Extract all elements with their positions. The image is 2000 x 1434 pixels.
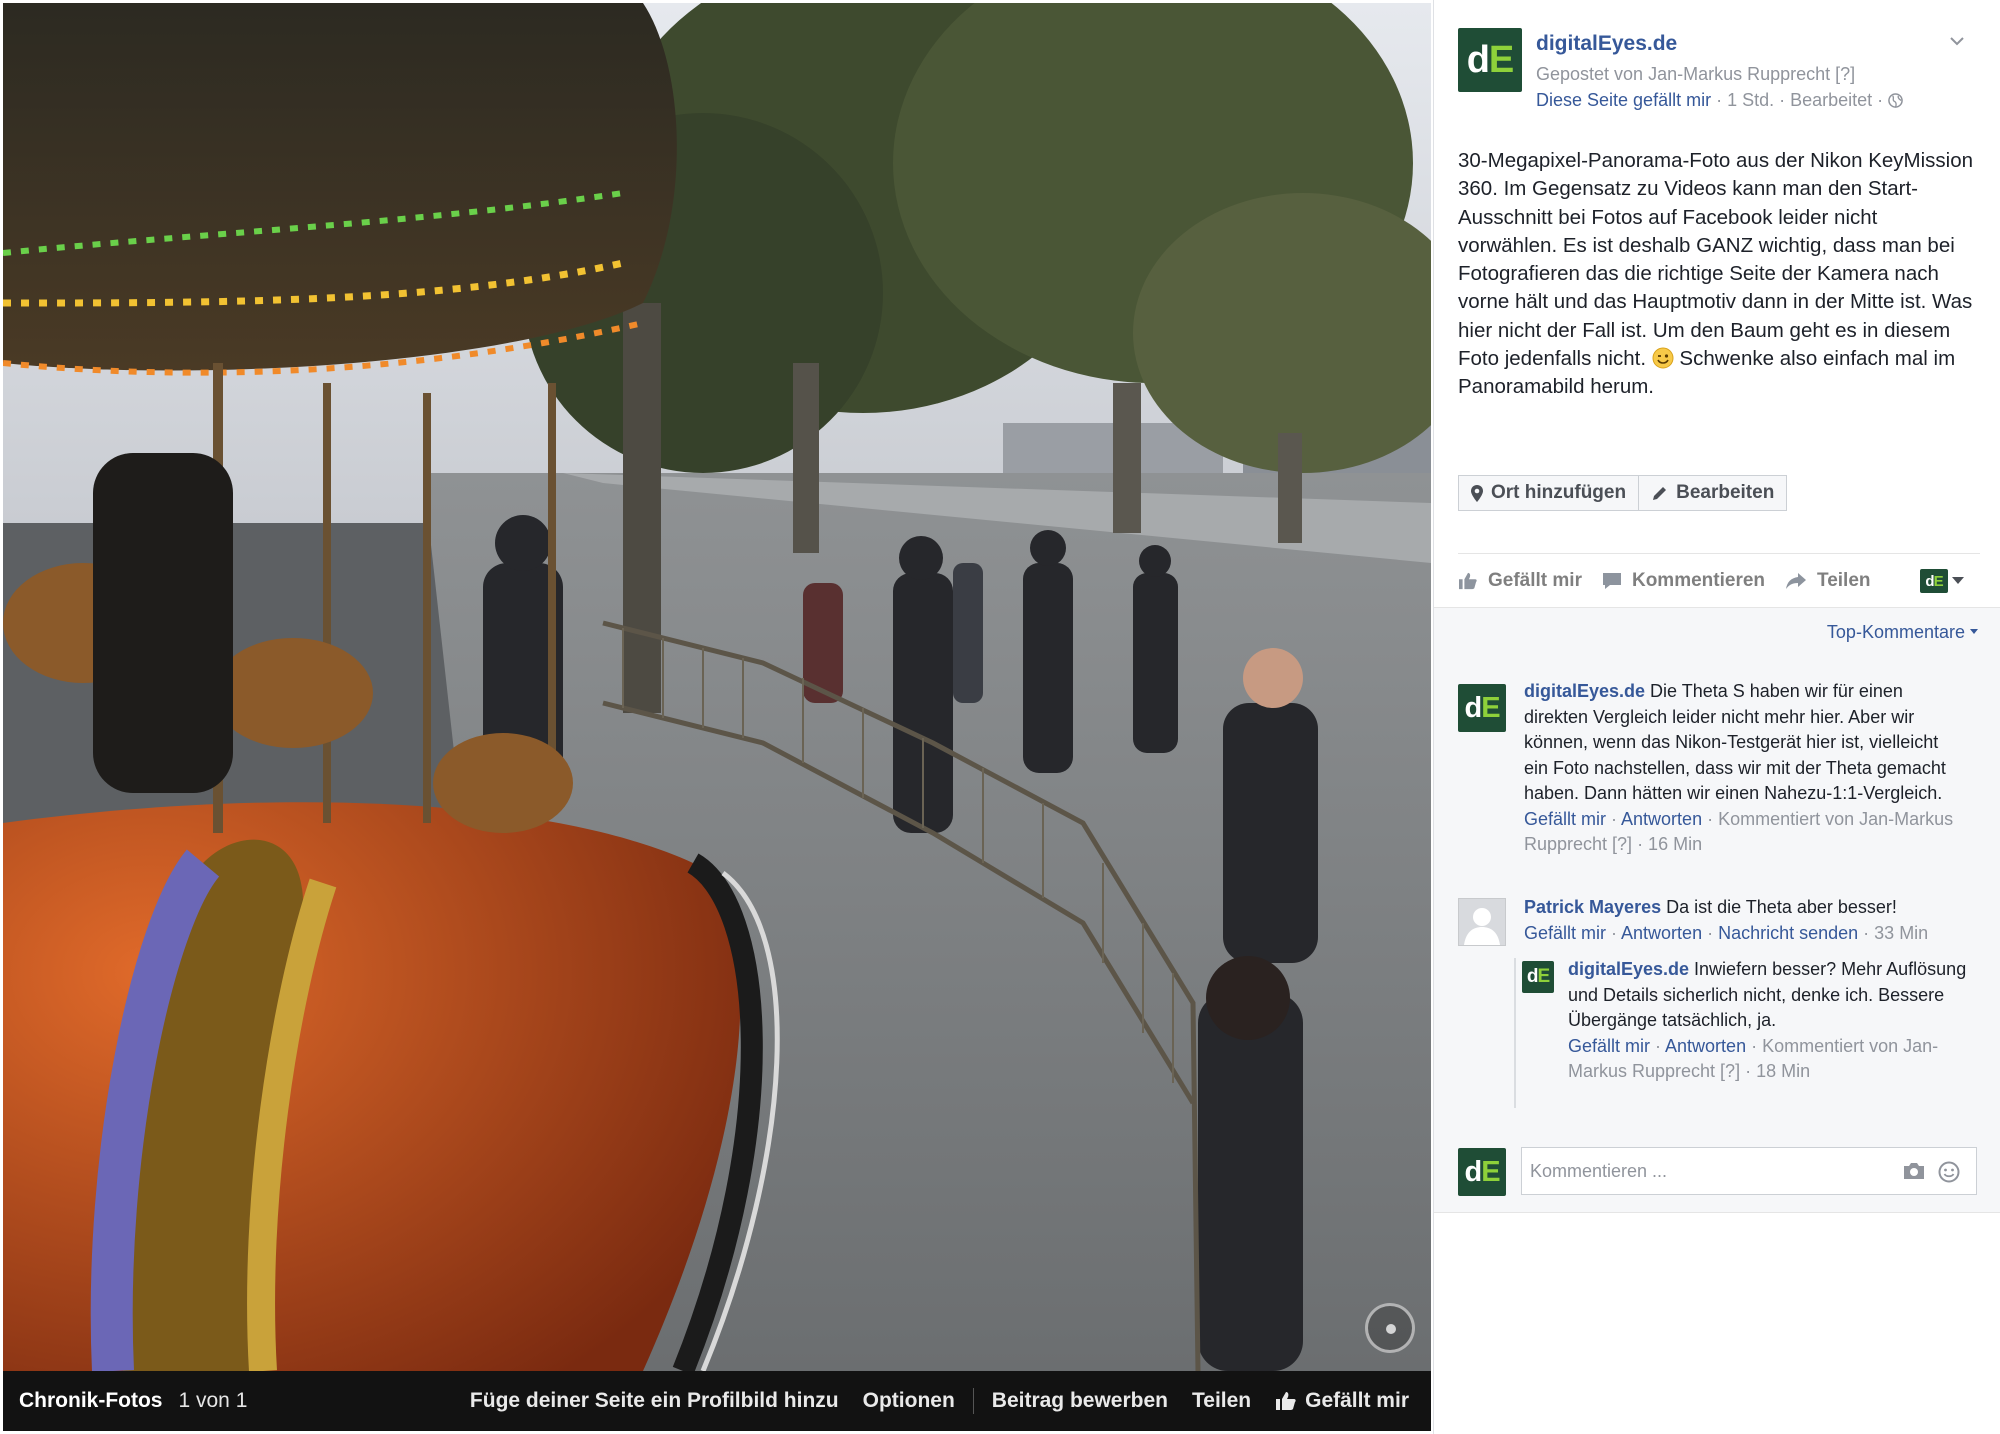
own-avatar: dE bbox=[1458, 1148, 1506, 1196]
smiley-icon[interactable] bbox=[1938, 1161, 1960, 1183]
like-button[interactable]: Gefällt mir bbox=[1275, 1389, 1409, 1413]
page-name-link[interactable]: digitalEyes.de bbox=[1536, 32, 1677, 56]
comment-meta: Gefällt mir · Antworten · Kommentiert vo… bbox=[1524, 808, 1954, 855]
wink-emoji-icon bbox=[1652, 347, 1674, 369]
comment-sort-dropdown[interactable]: Top-Kommentare bbox=[1827, 622, 1978, 643]
camera-icon[interactable] bbox=[1902, 1161, 1926, 1181]
comment-text: Da ist die Theta aber besser! bbox=[1661, 897, 1897, 917]
pencil-icon bbox=[1653, 486, 1667, 500]
default-avatar-icon bbox=[1464, 908, 1500, 945]
promote-post-button[interactable]: Beitrag bewerben bbox=[992, 1389, 1168, 1413]
post-message: 30-Megapixel-Panorama-Foto aus der Nikon… bbox=[1458, 147, 1980, 402]
posted-by: Gepostet von Jan-Markus Rupprecht [?] bbox=[1536, 64, 1856, 84]
post-comment-button[interactable]: Kommentieren bbox=[1602, 570, 1765, 592]
caret-down-icon bbox=[1970, 629, 1978, 634]
post-actions: Gefällt mir Kommentieren Teilen dE bbox=[1458, 566, 1980, 596]
logo-letter-d: d bbox=[1925, 572, 1934, 590]
album-title[interactable]: Chronik-Fotos bbox=[19, 1389, 162, 1413]
like-icon bbox=[1276, 1392, 1296, 1410]
comment-reply-link[interactable]: Antworten bbox=[1621, 923, 1702, 943]
logo-letter-d: d bbox=[1464, 691, 1482, 724]
post-buttons: Ort hinzufügen Bearbeiten bbox=[1458, 475, 1788, 511]
pan-360-icon[interactable] bbox=[1365, 1303, 1415, 1353]
post-message-text: 30-Megapixel-Panorama-Foto aus der Nikon… bbox=[1458, 149, 1974, 371]
post-like-button[interactable]: Gefällt mir bbox=[1458, 570, 1582, 592]
comment-icon bbox=[1602, 573, 1621, 589]
comment: digitalEyes.de Die Theta S haben wir für… bbox=[1524, 679, 1964, 858]
comment-author[interactable]: digitalEyes.de bbox=[1524, 681, 1645, 701]
globe-icon bbox=[1888, 93, 1903, 108]
edit-post-label: Bearbeiten bbox=[1676, 482, 1775, 503]
logo-letter-d: d bbox=[1526, 966, 1539, 987]
share-button[interactable]: Teilen bbox=[1192, 1389, 1251, 1413]
comment-reply-link[interactable]: Antworten bbox=[1621, 809, 1702, 829]
commenter-avatar[interactable]: dE bbox=[1458, 684, 1506, 732]
add-profile-picture-link[interactable]: Füge deiner Seite ein Profilbild hinzu bbox=[470, 1389, 839, 1413]
logo-letter-e: E bbox=[1933, 572, 1944, 590]
send-message-link[interactable]: Nachricht senden bbox=[1718, 923, 1858, 943]
bar-divider bbox=[972, 1388, 974, 1414]
comment-input-placeholder: Kommentieren ... bbox=[1530, 1160, 1668, 1181]
reply-comment: digitalEyes.de Inwiefern besser? Mehr Au… bbox=[1568, 957, 1968, 1085]
comment-author[interactable]: digitalEyes.de bbox=[1568, 959, 1689, 979]
caret-down-icon bbox=[1952, 577, 1964, 584]
divider bbox=[1434, 1212, 2000, 1213]
post-as-selector[interactable]: dE bbox=[1920, 569, 1974, 593]
logo-letter-e: E bbox=[1481, 691, 1500, 724]
logo-letter-d: d bbox=[1464, 1155, 1482, 1188]
logo-letter-e: E bbox=[1481, 1155, 1500, 1188]
post-share-label: Teilen bbox=[1817, 570, 1871, 591]
comment-like-link[interactable]: Gefällt mir bbox=[1524, 809, 1606, 829]
comment-sort-label: Top-Kommentare bbox=[1826, 622, 1965, 642]
post-share-button[interactable]: Teilen bbox=[1785, 570, 1871, 592]
add-location-button[interactable]: Ort hinzufügen bbox=[1458, 475, 1640, 511]
share-icon bbox=[1786, 573, 1807, 589]
reply-avatar[interactable]: dE bbox=[1522, 961, 1554, 993]
comments-section: Top-Kommentare dE digitalEyes.de Die The… bbox=[1434, 607, 2000, 1213]
comment-like-link[interactable]: Gefällt mir bbox=[1568, 1036, 1650, 1056]
comment: Patrick Mayeres Da ist die Theta aber be… bbox=[1524, 895, 1984, 946]
comment-timestamp: · 33 Min bbox=[1858, 922, 1929, 943]
post-meta: Diese Seite gefällt mir · 1 Std. · Bearb… bbox=[1536, 90, 1903, 111]
logo-letter-e: E bbox=[1537, 966, 1550, 987]
comment-meta: Gefällt mir · Antworten · Kommentiert vo… bbox=[1568, 1035, 1939, 1082]
edit-post-button[interactable]: Bearbeiten bbox=[1639, 475, 1788, 511]
post-comment-label: Kommentieren bbox=[1631, 570, 1766, 591]
chevron-down-icon[interactable] bbox=[1950, 36, 1964, 46]
logo-letter-e: E bbox=[1488, 38, 1514, 81]
panorama-image bbox=[3, 3, 1431, 1371]
comment-like-link[interactable]: Gefällt mir bbox=[1524, 923, 1606, 943]
pin-icon bbox=[1471, 484, 1483, 502]
photo-viewer-bar: Chronik-Fotos 1 von 1 Füge deiner Seite … bbox=[3, 1371, 1431, 1431]
panorama-photo[interactable] bbox=[3, 3, 1431, 1371]
divider bbox=[1458, 553, 1980, 554]
post-sidebar: dE digitalEyes.de Gepostet von Jan-Marku… bbox=[1433, 0, 2000, 1434]
post-like-label: Gefällt mir bbox=[1488, 570, 1582, 591]
post-timestamp: · 1 Std. · Bearbeitet · bbox=[1711, 90, 1889, 110]
like-icon bbox=[1459, 572, 1477, 590]
comment-author[interactable]: Patrick Mayeres bbox=[1524, 897, 1661, 917]
comment-meta: Gefällt mir · Antworten · Nachricht send… bbox=[1524, 922, 1929, 943]
commenter-avatar[interactable] bbox=[1458, 898, 1506, 946]
comment-input[interactable]: Kommentieren ... bbox=[1521, 1147, 1977, 1195]
photo-count: 1 von 1 bbox=[178, 1389, 248, 1412]
page-avatar[interactable]: dE bbox=[1458, 28, 1522, 92]
add-location-label: Ort hinzufügen bbox=[1491, 482, 1627, 503]
logo-letter-d: d bbox=[1466, 38, 1490, 81]
post-as-avatar: dE bbox=[1920, 569, 1948, 593]
like-page-link[interactable]: Diese Seite gefällt mir bbox=[1536, 90, 1711, 110]
like-button-label: Gefällt mir bbox=[1305, 1389, 1409, 1412]
reply-thread-line bbox=[1514, 958, 1516, 1108]
options-button[interactable]: Optionen bbox=[863, 1389, 955, 1413]
comment-reply-link[interactable]: Antworten bbox=[1665, 1036, 1746, 1056]
